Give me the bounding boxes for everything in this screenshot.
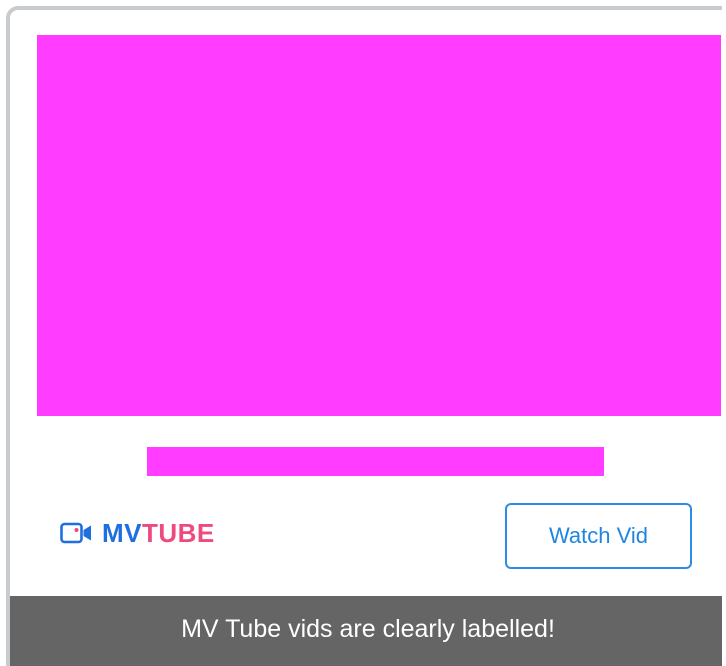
logo-wordmark: MVTUBE <box>102 516 215 550</box>
video-camera-icon <box>60 522 94 544</box>
video-thumbnail[interactable] <box>37 35 721 416</box>
video-title[interactable] <box>147 447 604 476</box>
banner-text: MV Tube vids are clearly labelled! <box>181 615 555 643</box>
video-card: MVTUBE Watch Vid MV Tube vids are clearl… <box>6 6 722 666</box>
logo-tube-text: TUBE <box>142 518 215 548</box>
logo-mv-text: MV <box>102 518 142 548</box>
label-banner: MV Tube vids are clearly labelled! <box>10 596 722 666</box>
mvtube-logo: MVTUBE <box>60 516 215 550</box>
watch-vid-button[interactable]: Watch Vid <box>505 503 692 569</box>
